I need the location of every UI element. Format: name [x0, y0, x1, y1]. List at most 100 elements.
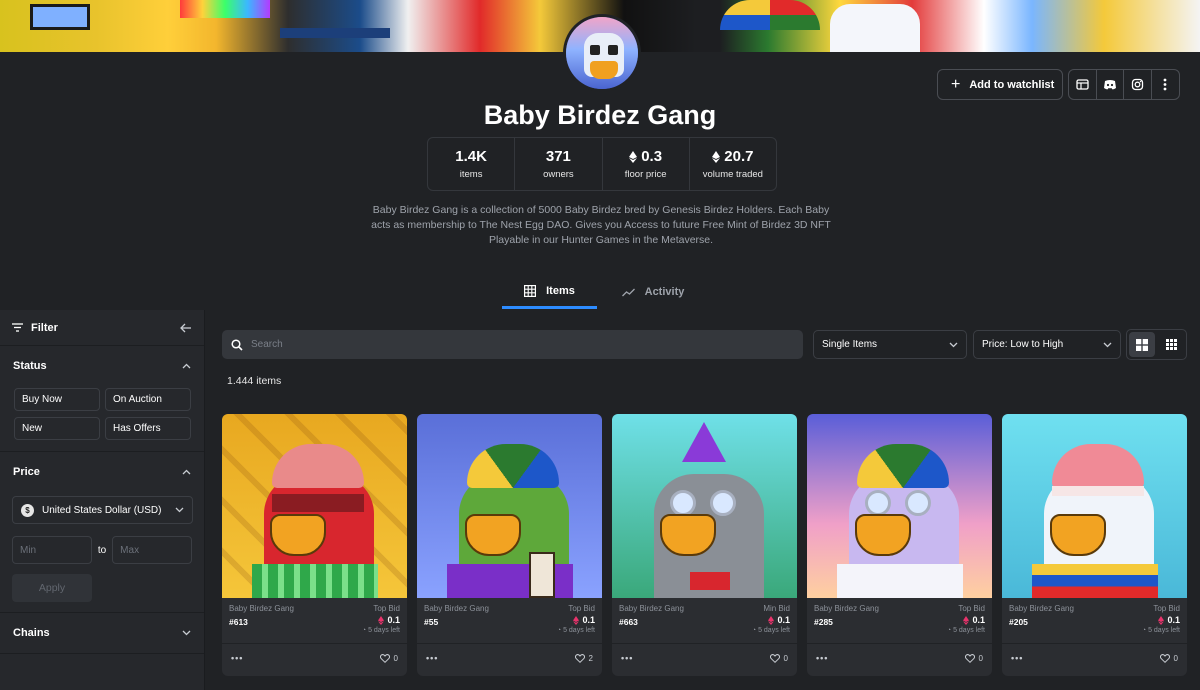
- nft-card[interactable]: Baby Birdez Gang #663 Min Bid 0.1 ◔ 5 da…: [612, 414, 797, 676]
- price-toggle[interactable]: Price: [0, 452, 204, 492]
- range-to-label: to: [97, 544, 107, 556]
- more-options-button[interactable]: •••: [426, 653, 438, 663]
- time-left: 5 days left: [563, 627, 595, 634]
- stat-items: 1.4K items: [428, 138, 516, 190]
- discord-icon[interactable]: [1097, 70, 1124, 99]
- chevron-down-icon: [182, 630, 191, 636]
- time-left: 5 days left: [368, 627, 400, 634]
- more-options-icon[interactable]: [1152, 70, 1179, 99]
- eth-icon: [963, 615, 970, 625]
- status-new[interactable]: New: [14, 417, 100, 440]
- status-buy-now[interactable]: Buy Now: [14, 388, 100, 411]
- grid-icon: [524, 284, 537, 297]
- nft-image[interactable]: [807, 414, 992, 598]
- status-title: Status: [13, 360, 47, 372]
- like-button[interactable]: 0: [379, 653, 398, 663]
- search-icon: [231, 338, 243, 351]
- nft-footer: ••• 0: [612, 644, 797, 672]
- more-options-button[interactable]: •••: [231, 653, 243, 663]
- collection-title: Baby Birdez Gang: [483, 100, 717, 130]
- search-input[interactable]: Search: [222, 330, 803, 359]
- nft-footer: ••• 0: [222, 644, 407, 672]
- collection-avatar: [563, 14, 641, 92]
- eth-icon: [1158, 615, 1165, 625]
- nft-number: #285: [814, 617, 833, 627]
- apply-button[interactable]: Apply: [12, 574, 92, 602]
- more-options-button[interactable]: •••: [816, 653, 828, 663]
- bid-value: 0.1: [582, 615, 595, 625]
- nft-number: #663: [619, 617, 638, 627]
- collapse-arrow-icon[interactable]: [180, 323, 192, 333]
- banner-art: [280, 28, 390, 38]
- status-on-auction[interactable]: On Auction: [105, 388, 191, 411]
- min-price-input[interactable]: Min: [12, 536, 92, 564]
- clock-icon: ◔: [556, 627, 562, 634]
- nft-image[interactable]: [417, 414, 602, 598]
- dollar-icon: $: [21, 503, 34, 517]
- nft-number: #613: [229, 617, 248, 627]
- nft-card[interactable]: Baby Birdez Gang #205 Top Bid 0.1 ◔ 5 da…: [1002, 414, 1187, 676]
- bid-label: Min Bid: [763, 604, 790, 613]
- filter-label: Filter: [31, 321, 58, 334]
- like-button[interactable]: 0: [1159, 653, 1178, 663]
- bid-label: Top Bid: [568, 604, 595, 613]
- nft-image[interactable]: [1002, 414, 1187, 598]
- nft-collection-name: Baby Birdez Gang: [229, 604, 294, 613]
- tab-items[interactable]: Items: [502, 275, 597, 309]
- chains-toggle[interactable]: Chains: [0, 613, 204, 653]
- large-grid-view-button[interactable]: [1129, 332, 1155, 357]
- chains-title: Chains: [13, 627, 50, 639]
- nft-image[interactable]: [222, 414, 407, 598]
- bid-value: 0.1: [1167, 615, 1180, 625]
- chevron-down-icon: [1103, 342, 1112, 347]
- search-placeholder: Search: [251, 339, 283, 350]
- nft-collection-name: Baby Birdez Gang: [814, 604, 879, 613]
- more-options-button[interactable]: •••: [621, 653, 633, 663]
- nft-meta: Baby Birdez Gang #663 Min Bid 0.1 ◔ 5 da…: [612, 598, 797, 644]
- chevron-up-icon: [182, 363, 191, 369]
- currency-value: United States Dollar (USD): [42, 504, 162, 516]
- small-grid-view-button[interactable]: [1158, 332, 1184, 357]
- status-toggle[interactable]: Status: [0, 346, 204, 386]
- currency-select[interactable]: $ United States Dollar (USD): [12, 496, 193, 524]
- like-count: 0: [393, 653, 398, 663]
- instagram-icon[interactable]: [1124, 70, 1152, 99]
- plus-icon: +: [951, 75, 961, 93]
- item-type-select[interactable]: Single Items: [813, 330, 967, 359]
- tab-activity[interactable]: Activity: [608, 275, 698, 309]
- tab-items-label: Items: [546, 284, 575, 297]
- like-count: 2: [588, 653, 593, 663]
- like-button[interactable]: 0: [964, 653, 983, 663]
- website-icon[interactable]: [1069, 70, 1097, 99]
- like-count: 0: [1173, 653, 1178, 663]
- stat-owners: 371 owners: [515, 138, 603, 190]
- collection-tabs: Items Activity: [0, 275, 1200, 310]
- heart-icon: [1159, 653, 1170, 663]
- chains-section: Chains: [0, 613, 204, 654]
- bid-value: 0.1: [972, 615, 985, 625]
- nft-meta: Baby Birdez Gang #55 Top Bid 0.1 ◔ 5 day…: [417, 598, 602, 644]
- like-button[interactable]: 2: [574, 653, 593, 663]
- watchlist-label: Add to watchlist: [969, 78, 1055, 91]
- nft-card[interactable]: Baby Birdez Gang #55 Top Bid 0.1 ◔ 5 day…: [417, 414, 602, 676]
- max-price-input[interactable]: Max: [112, 536, 192, 564]
- chevron-down-icon: [949, 342, 958, 347]
- nft-image[interactable]: [612, 414, 797, 598]
- eth-icon: [712, 150, 721, 163]
- add-to-watchlist-button[interactable]: + Add to watchlist: [937, 69, 1063, 100]
- price-section: Price $ United States Dollar (USD) Min t…: [0, 452, 204, 613]
- heart-icon: [964, 653, 975, 663]
- eth-icon: [629, 150, 638, 163]
- like-count: 0: [783, 653, 788, 663]
- heart-icon: [574, 653, 585, 663]
- nft-card[interactable]: Baby Birdez Gang #613 Top Bid 0.1 ◔ 5 da…: [222, 414, 407, 676]
- status-has-offers[interactable]: Has Offers: [105, 417, 191, 440]
- sort-select[interactable]: Price: Low to High: [973, 330, 1121, 359]
- more-options-button[interactable]: •••: [1011, 653, 1023, 663]
- time-left: 5 days left: [758, 627, 790, 634]
- like-button[interactable]: 0: [769, 653, 788, 663]
- clock-icon: ◔: [1141, 627, 1147, 634]
- bid-label: Top Bid: [373, 604, 400, 613]
- banner-art: [830, 4, 920, 52]
- nft-card[interactable]: Baby Birdez Gang #285 Top Bid 0.1 ◔ 5 da…: [807, 414, 992, 676]
